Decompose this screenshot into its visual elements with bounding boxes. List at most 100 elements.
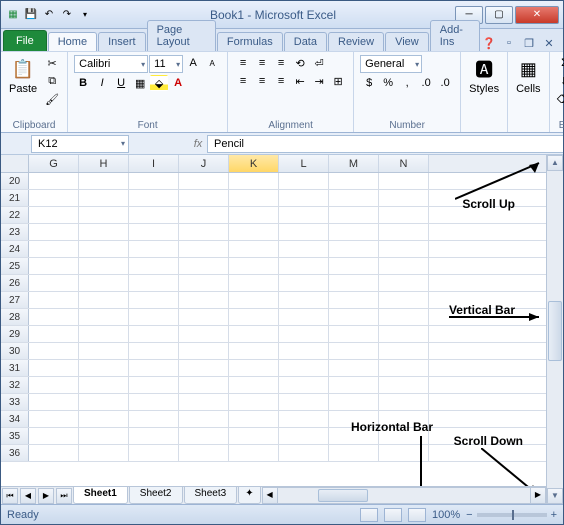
tab-page-layout[interactable]: Page Layout	[147, 20, 216, 51]
column-header-M[interactable]: M	[329, 155, 379, 172]
align-left-icon[interactable]: ≡	[234, 73, 252, 89]
cell[interactable]	[329, 241, 379, 257]
cell[interactable]	[229, 309, 279, 325]
cell[interactable]	[129, 258, 179, 274]
cell[interactable]	[329, 190, 379, 206]
column-header-H[interactable]: H	[79, 155, 129, 172]
cell[interactable]	[29, 445, 79, 461]
cell[interactable]	[79, 343, 129, 359]
page-break-view-icon[interactable]	[408, 508, 426, 522]
cell[interactable]	[129, 411, 179, 427]
row-header-24[interactable]: 24	[1, 241, 29, 257]
cell[interactable]	[229, 207, 279, 223]
zoom-slider[interactable]	[477, 513, 547, 517]
row-header-35[interactable]: 35	[1, 428, 29, 444]
cell[interactable]	[379, 224, 429, 240]
cell[interactable]	[379, 377, 429, 393]
cell[interactable]	[329, 258, 379, 274]
cell[interactable]	[79, 207, 129, 223]
row-header-29[interactable]: 29	[1, 326, 29, 342]
cell[interactable]	[29, 309, 79, 325]
tab-data[interactable]: Data	[284, 32, 327, 51]
cell[interactable]	[79, 394, 129, 410]
cell[interactable]	[79, 258, 129, 274]
cell[interactable]	[129, 190, 179, 206]
page-layout-view-icon[interactable]	[384, 508, 402, 522]
cell[interactable]	[129, 275, 179, 291]
cell[interactable]	[179, 360, 229, 376]
cell[interactable]	[179, 207, 229, 223]
cell[interactable]	[379, 258, 429, 274]
cell[interactable]	[29, 173, 79, 189]
cell[interactable]	[279, 326, 329, 342]
bold-button[interactable]: B	[74, 75, 92, 91]
cell[interactable]	[79, 309, 129, 325]
cell[interactable]	[79, 445, 129, 461]
cells-button[interactable]: ▦ Cells	[514, 55, 542, 97]
cell[interactable]	[329, 428, 379, 444]
cell[interactable]	[279, 309, 329, 325]
increase-decimal-icon[interactable]: .0	[417, 75, 435, 91]
zoom-in-icon[interactable]: +	[551, 509, 557, 521]
sheet-nav-first-icon[interactable]: ⏮	[2, 488, 18, 504]
close-button[interactable]: ✕	[515, 6, 559, 24]
cell[interactable]	[179, 258, 229, 274]
percent-icon[interactable]: %	[379, 75, 397, 91]
cell[interactable]	[279, 428, 329, 444]
sheet-nav-last-icon[interactable]: ⏭	[56, 488, 72, 504]
cell[interactable]	[179, 190, 229, 206]
row-header-22[interactable]: 22	[1, 207, 29, 223]
sheet-tab-sheet3[interactable]: Sheet3	[184, 487, 238, 504]
cell[interactable]	[379, 275, 429, 291]
font-size-combo[interactable]: 11	[149, 55, 183, 73]
cell[interactable]	[329, 224, 379, 240]
scroll-right-arrow[interactable]: ▶	[530, 487, 546, 504]
cell[interactable]	[29, 241, 79, 257]
increase-indent-icon[interactable]: ⇥	[310, 73, 328, 89]
sheet-tab-sheet2[interactable]: Sheet2	[129, 487, 183, 504]
row-header-26[interactable]: 26	[1, 275, 29, 291]
redo-icon[interactable]: ↷	[59, 7, 75, 23]
column-header-I[interactable]: I	[129, 155, 179, 172]
cell[interactable]	[229, 445, 279, 461]
cell[interactable]	[79, 292, 129, 308]
underline-button[interactable]: U	[112, 75, 130, 91]
cell[interactable]	[379, 173, 429, 189]
cell[interactable]	[179, 377, 229, 393]
cell[interactable]	[29, 292, 79, 308]
restore-window-icon[interactable]: ❐	[521, 35, 537, 51]
tab-addins[interactable]: Add-Ins	[430, 20, 480, 51]
cell[interactable]	[179, 394, 229, 410]
tab-view[interactable]: View	[385, 32, 429, 51]
cell[interactable]	[379, 428, 429, 444]
cell[interactable]	[279, 411, 329, 427]
cell[interactable]	[79, 377, 129, 393]
cell[interactable]	[329, 411, 379, 427]
cell[interactable]	[229, 224, 279, 240]
cell[interactable]	[229, 275, 279, 291]
cell[interactable]	[329, 445, 379, 461]
cell[interactable]	[229, 428, 279, 444]
fx-icon[interactable]: fx	[189, 138, 207, 150]
cell[interactable]	[29, 377, 79, 393]
cell[interactable]	[29, 326, 79, 342]
cell[interactable]	[379, 241, 429, 257]
row-header-27[interactable]: 27	[1, 292, 29, 308]
cell[interactable]	[129, 207, 179, 223]
cell[interactable]	[279, 445, 329, 461]
cell[interactable]	[79, 224, 129, 240]
italic-button[interactable]: I	[93, 75, 111, 91]
cell[interactable]	[229, 173, 279, 189]
cell[interactable]	[279, 224, 329, 240]
cell[interactable]	[229, 326, 279, 342]
cell[interactable]	[379, 394, 429, 410]
qat-dropdown-icon[interactable]: ▾	[77, 7, 93, 23]
font-name-combo[interactable]: Calibri	[74, 55, 148, 73]
fill-color-icon[interactable]: ⬙	[150, 75, 168, 91]
cell[interactable]	[279, 258, 329, 274]
orientation-icon[interactable]: ⟲	[291, 55, 309, 71]
cell[interactable]	[129, 343, 179, 359]
cell[interactable]	[329, 173, 379, 189]
fill-icon[interactable]: ⬇	[556, 73, 564, 89]
cell[interactable]	[129, 224, 179, 240]
